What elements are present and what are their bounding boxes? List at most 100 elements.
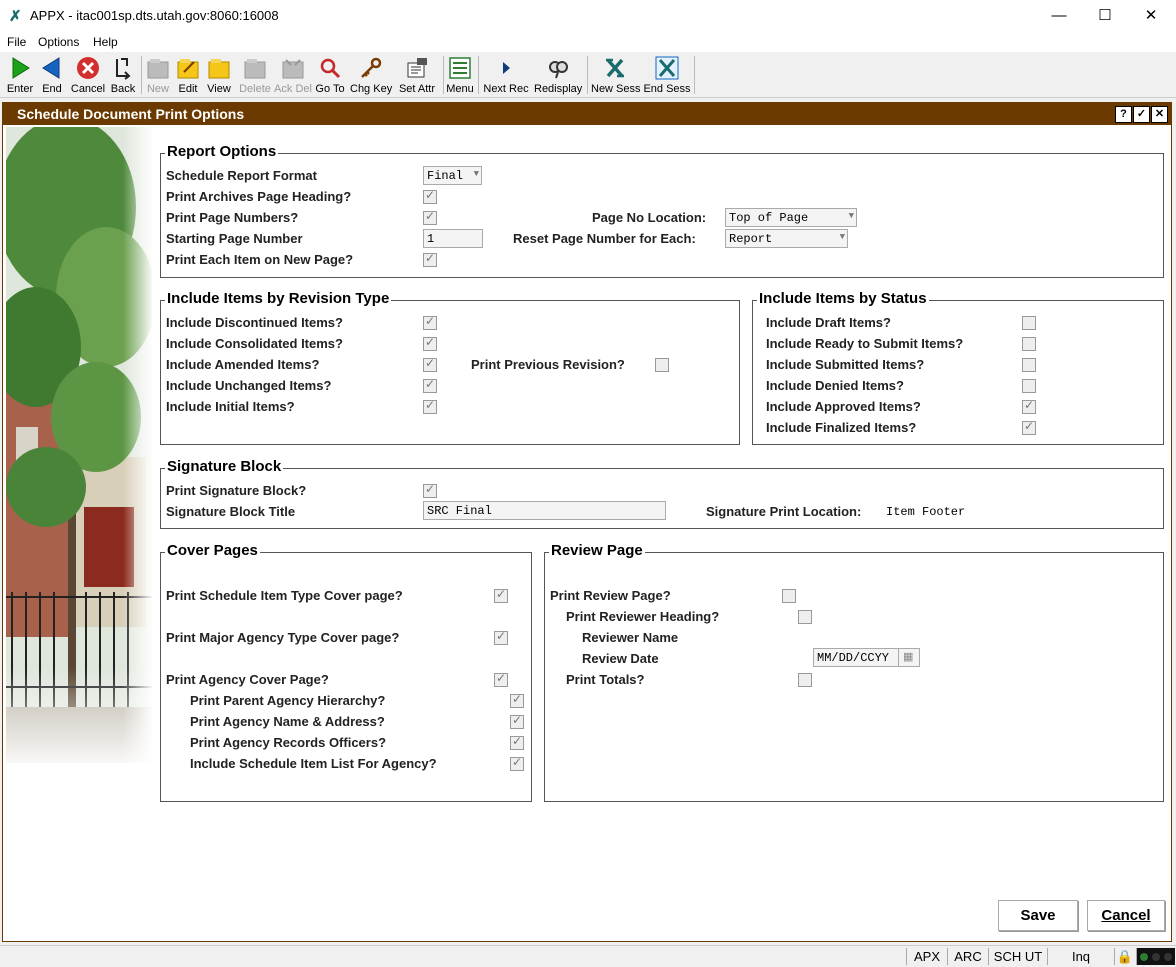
calendar-icon: ▦ xyxy=(903,652,914,664)
status-mode: Inq xyxy=(1047,948,1114,965)
consolidated-label: Include Consolidated Items? xyxy=(166,336,343,351)
finalized-label: Include Finalized Items? xyxy=(766,420,917,435)
page-numbers-label: Print Page Numbers? xyxy=(166,210,299,225)
end-sess-icon xyxy=(655,56,679,80)
back-icon xyxy=(116,58,131,80)
each-item-checkbox[interactable] xyxy=(423,251,437,267)
print-review-checkbox[interactable] xyxy=(782,589,796,603)
delete-button[interactable]: Delete xyxy=(237,54,273,96)
draft-label: Include Draft Items? xyxy=(766,315,891,330)
goto-icon xyxy=(320,58,341,79)
previous-revision-checkbox[interactable] xyxy=(655,358,669,372)
unchanged-checkbox[interactable] xyxy=(423,377,437,393)
form-header: Schedule Document Print Options ? ✓ ✕ xyxy=(3,103,1171,125)
totals-checkbox[interactable] xyxy=(798,673,812,687)
totals-label: Print Totals? xyxy=(566,672,645,687)
cancel-button-toolbar[interactable]: Cancel xyxy=(70,54,106,96)
review-date-label: Review Date xyxy=(582,651,659,666)
back-button[interactable]: Back xyxy=(108,54,138,96)
window-titlebar: ✗ APPX - itac001sp.dts.utah.gov:8060:160… xyxy=(0,0,1176,33)
major-agency-cover-checkbox[interactable] xyxy=(494,629,508,645)
enter-button[interactable]: Enter xyxy=(5,54,35,96)
sidebar-photo xyxy=(6,127,152,763)
minimize-button[interactable]: — xyxy=(1036,0,1082,32)
goto-button[interactable]: Go To xyxy=(315,54,345,96)
approved-checkbox[interactable] xyxy=(1022,398,1036,414)
toolbar: Enter End Cancel Back New Edit View Dele… xyxy=(0,52,1176,98)
consolidated-checkbox[interactable] xyxy=(423,335,437,351)
signature-title: Signature Block xyxy=(165,458,284,475)
signature-title-input[interactable]: SRC Final xyxy=(423,501,666,520)
page-no-location-label: Page No Location: xyxy=(592,210,707,225)
menu-file[interactable]: File xyxy=(7,35,26,49)
view-icon xyxy=(208,59,230,79)
amended-checkbox[interactable] xyxy=(423,356,437,372)
initial-checkbox[interactable] xyxy=(423,398,437,414)
new-icon xyxy=(147,59,169,79)
form-title: Schedule Document Print Options xyxy=(17,106,245,122)
page-no-location-select[interactable]: Top of Page ▼ xyxy=(725,208,857,227)
records-officers-label: Print Agency Records Officers? xyxy=(190,735,387,750)
next-rec-icon xyxy=(503,62,510,74)
name-address-label: Print Agency Name & Address? xyxy=(190,714,385,729)
end-button[interactable]: End xyxy=(39,54,65,96)
redisplay-button[interactable]: Redisplay xyxy=(534,54,582,96)
form-frame: Schedule Document Print Options ? ✓ ✕ Re… xyxy=(2,102,1172,942)
previous-revision-label: Print Previous Revision? xyxy=(471,357,625,372)
set-attr-button[interactable]: Set Attr xyxy=(396,54,438,96)
ack-del-button[interactable]: Ack Del xyxy=(274,54,312,96)
name-address-checkbox[interactable] xyxy=(510,713,524,729)
delete-icon xyxy=(244,59,266,79)
discontinued-checkbox[interactable] xyxy=(423,314,437,330)
menu-help[interactable]: Help xyxy=(93,35,118,49)
close-window-button[interactable]: ✕ xyxy=(1128,0,1174,32)
key-icon xyxy=(361,57,382,78)
archives-heading-checkbox[interactable] xyxy=(423,188,437,204)
item-type-cover-label: Print Schedule Item Type Cover page? xyxy=(166,588,403,603)
print-signature-checkbox[interactable] xyxy=(423,482,437,498)
reviewer-heading-checkbox[interactable] xyxy=(798,610,812,624)
item-type-cover-checkbox[interactable] xyxy=(494,587,508,603)
calendar-button[interactable]: ▦ xyxy=(898,648,920,667)
next-rec-button[interactable]: Next Rec xyxy=(483,54,529,96)
reviewer-heading-label: Print Reviewer Heading? xyxy=(566,609,720,624)
denied-checkbox[interactable] xyxy=(1022,379,1036,393)
format-select[interactable]: Final ▼ xyxy=(423,166,482,185)
set-attr-icon xyxy=(407,58,427,78)
menu-button[interactable]: Menu xyxy=(446,54,474,96)
ready-checkbox[interactable] xyxy=(1022,337,1036,351)
item-list-checkbox[interactable] xyxy=(510,755,524,771)
new-button[interactable]: New xyxy=(145,54,171,96)
help-button[interactable]: ? xyxy=(1115,106,1132,123)
chevron-down-icon: ▼ xyxy=(473,169,479,179)
signature-location-value: Item Footer xyxy=(886,505,966,519)
new-sess-icon xyxy=(606,58,624,78)
ok-button[interactable]: ✓ xyxy=(1133,106,1150,123)
edit-button[interactable]: Edit xyxy=(175,54,201,96)
parent-hierarchy-checkbox[interactable] xyxy=(510,692,524,708)
menu-options[interactable]: Options xyxy=(38,35,79,49)
status-bar: APX ARC SCH UT Inq 🔒 xyxy=(0,945,1176,967)
chevron-down-icon: ▼ xyxy=(839,232,845,242)
maximize-button[interactable]: ☐ xyxy=(1082,0,1128,32)
menu-bar: File Options Help xyxy=(0,32,1176,52)
submitted-checkbox[interactable] xyxy=(1022,358,1036,372)
finalized-checkbox[interactable] xyxy=(1022,419,1036,435)
page-numbers-checkbox[interactable] xyxy=(423,209,437,225)
save-button[interactable]: Save xyxy=(998,900,1078,931)
records-officers-checkbox[interactable] xyxy=(510,734,524,750)
new-sess-button[interactable]: New Sess xyxy=(591,54,641,96)
end-sess-button[interactable]: End Sess xyxy=(643,54,691,96)
reset-page-select[interactable]: Report ▼ xyxy=(725,229,848,248)
starting-page-input[interactable]: 1 xyxy=(423,229,483,248)
chg-key-button[interactable]: Chg Key xyxy=(350,54,392,96)
chevron-down-icon: ▼ xyxy=(848,211,854,221)
close-form-button[interactable]: ✕ xyxy=(1151,106,1168,123)
cancel-button[interactable]: Cancel xyxy=(1087,900,1165,931)
draft-checkbox[interactable] xyxy=(1022,316,1036,330)
agency-cover-checkbox[interactable] xyxy=(494,671,508,687)
review-date-input[interactable]: MM/DD/CCYY xyxy=(813,648,899,667)
appx-logo-icon: ✗ xyxy=(9,8,22,25)
ready-label: Include Ready to Submit Items? xyxy=(766,336,964,351)
view-button[interactable]: View xyxy=(206,54,232,96)
